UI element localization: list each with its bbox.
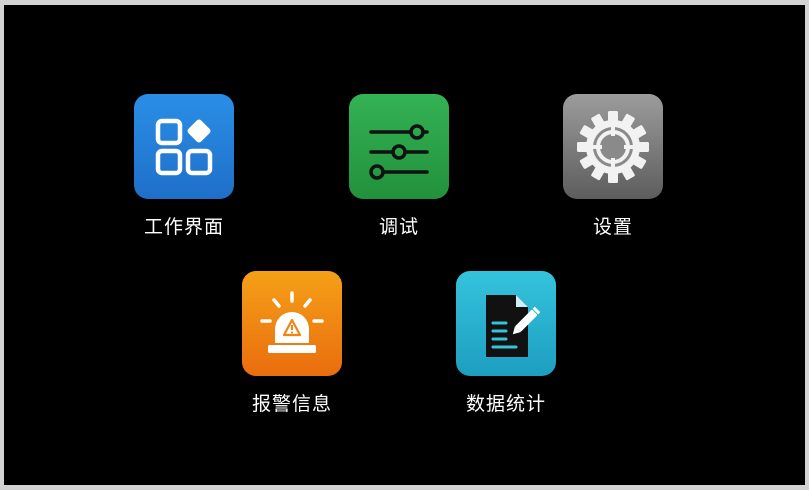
alarm-siren-icon — [242, 271, 342, 376]
settings-label: 设置 — [592, 216, 633, 238]
work-interface-tile[interactable]: 工作界面 — [134, 94, 234, 238]
work-interface-label: 工作界面 — [143, 216, 224, 238]
debug-label: 调试 — [378, 216, 419, 238]
data-statistics-label: 数据统计 — [465, 393, 546, 415]
document-edit-icon — [456, 271, 556, 376]
main-menu-screen: 工作界面 调试 设置 报警信息 数据统计 — [0, 0, 809, 490]
sliders-icon — [349, 94, 449, 199]
alarm-info-label: 报警信息 — [251, 393, 332, 415]
data-statistics-tile[interactable]: 数据统计 — [456, 271, 556, 415]
debug-tile[interactable]: 调试 — [349, 94, 449, 238]
settings-tile[interactable]: 设置 — [563, 94, 663, 238]
alarm-info-tile[interactable]: 报警信息 — [242, 271, 342, 415]
app-grid-icon — [134, 94, 234, 199]
gear-icon — [563, 94, 663, 199]
